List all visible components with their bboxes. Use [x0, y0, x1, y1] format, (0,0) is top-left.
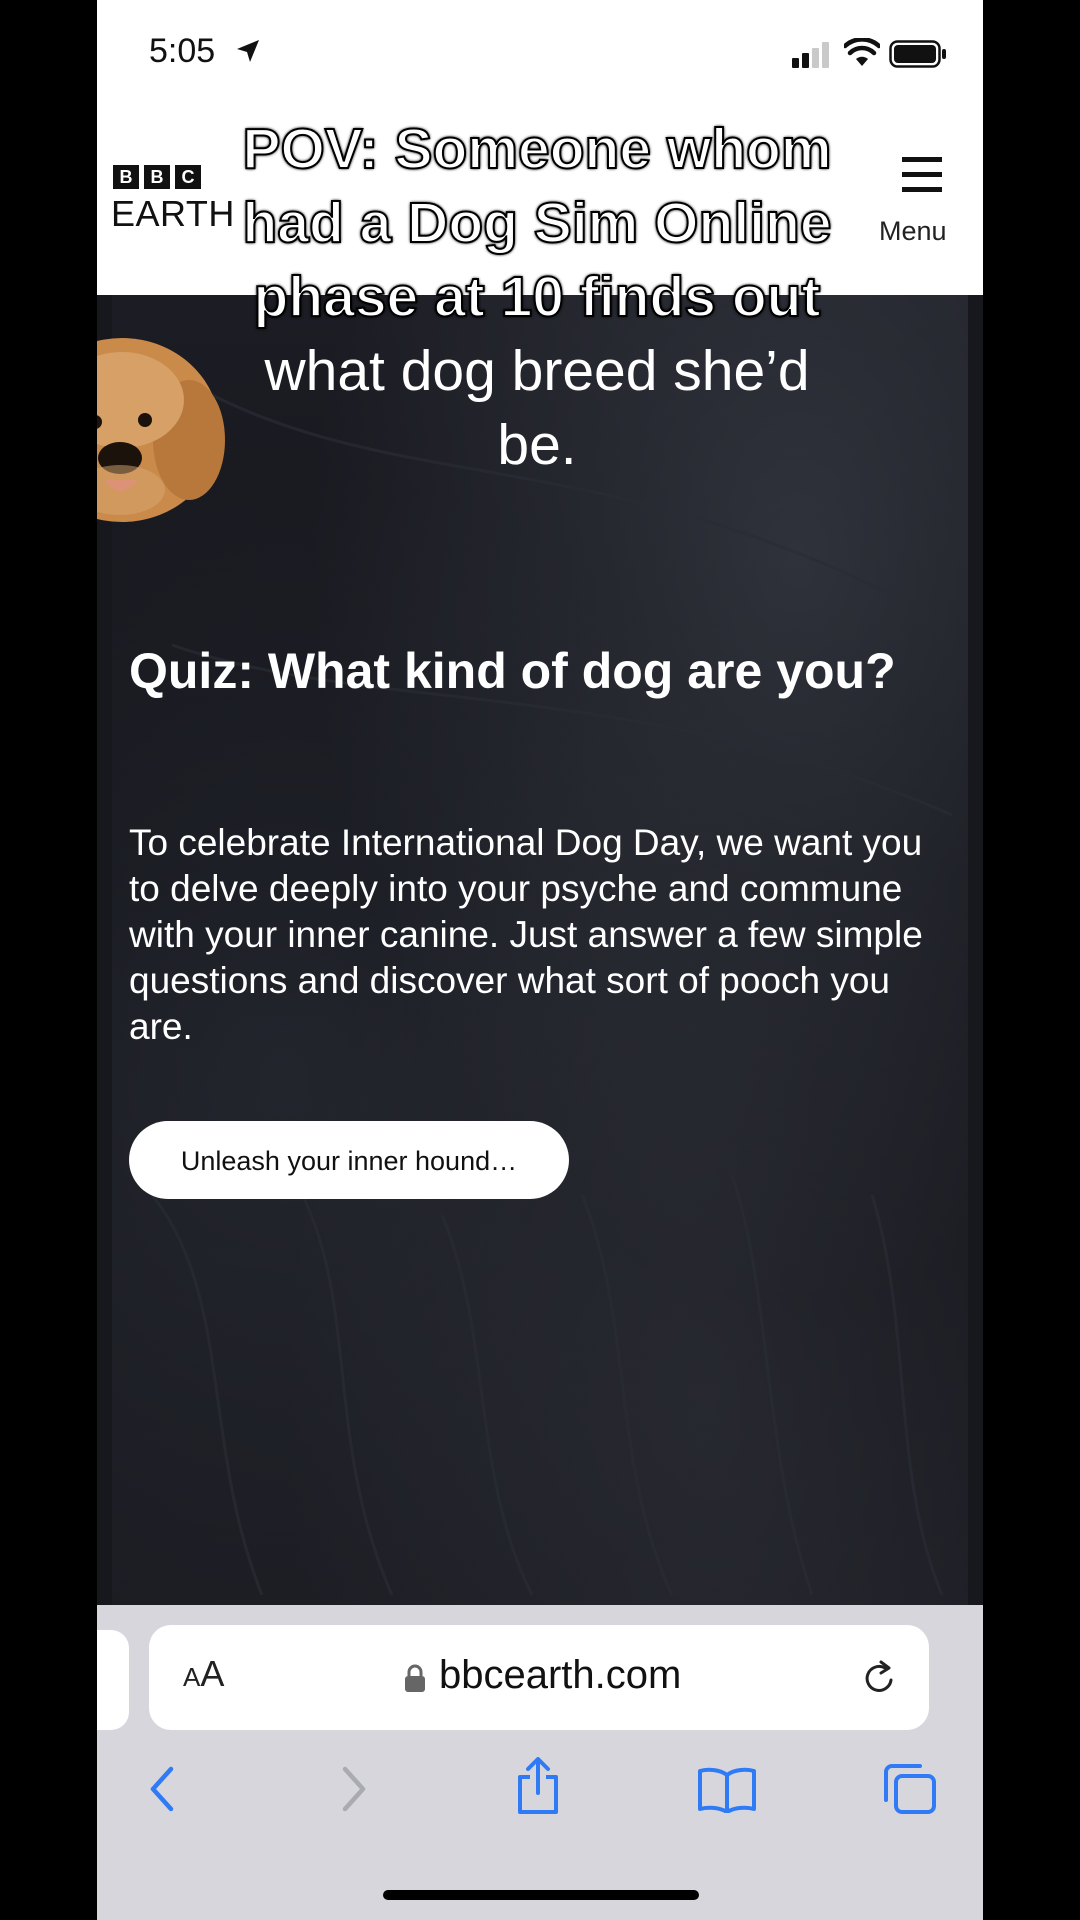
lock-icon [405, 1664, 425, 1692]
caption-line-1: POV: Someone whom [241, 116, 832, 182]
location-arrow-icon [237, 40, 259, 62]
safari-bottom-bar: AA bbcearth.com [97, 1605, 983, 1920]
url-text[interactable]: bbcearth.com [439, 1653, 681, 1698]
phone-screen: 5:05 B B C EARTH Menu POV: Someone whom … [97, 0, 983, 1920]
forward-icon[interactable] [339, 1765, 369, 1813]
quiz-title: Quiz: What kind of dog are you? [129, 643, 896, 699]
caption-line-4: what dog breed she’d [264, 339, 810, 403]
home-indicator [383, 1890, 699, 1900]
caption-line-5: be. [497, 413, 577, 477]
hamburger-icon[interactable] [902, 155, 942, 195]
bookmarks-icon[interactable] [697, 1765, 757, 1813]
caption-line-2: had a Dog Sim Online [241, 190, 832, 256]
caption-line-3: phase at 10 finds out [253, 264, 822, 330]
menu-label[interactable]: Menu [879, 216, 947, 247]
reload-icon[interactable] [859, 1658, 899, 1698]
dog-face-sticker [97, 338, 225, 522]
bbc-earth-logo[interactable]: B B C EARTH [111, 165, 235, 235]
quiz-description: To celebrate International Dog Day, we w… [129, 822, 923, 1047]
overlay-caption: POV: Someone whom had a Dog Sim Online p… [237, 112, 837, 482]
previous-tab-peek[interactable] [97, 1630, 129, 1730]
text-size-button[interactable]: AA [183, 1653, 224, 1695]
wifi-icon [844, 38, 880, 66]
battery-icon [889, 40, 946, 68]
share-icon[interactable] [515, 1757, 561, 1815]
status-bar: 5:05 [97, 0, 983, 110]
tabs-icon[interactable] [882, 1762, 938, 1816]
aa-big: A [200, 1653, 225, 1694]
logo-earth-text: EARTH [111, 193, 235, 234]
cellular-signal-icon [792, 42, 829, 68]
logo-box-c: C [175, 165, 201, 189]
aa-small: A [183, 1662, 201, 1692]
address-bar[interactable]: AA bbcearth.com [149, 1625, 929, 1730]
logo-box-b1: B [113, 165, 139, 189]
status-time: 5:05 [149, 32, 216, 70]
start-quiz-button[interactable]: Unleash your inner hound… [129, 1121, 569, 1199]
logo-box-b2: B [144, 165, 170, 189]
back-icon[interactable] [147, 1765, 177, 1813]
